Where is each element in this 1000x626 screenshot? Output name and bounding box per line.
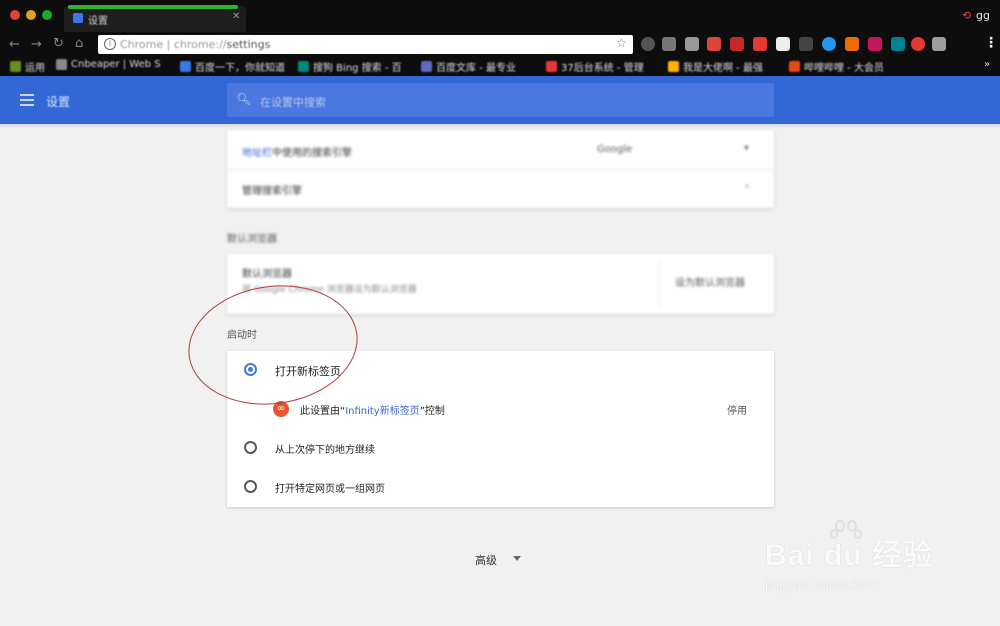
search-icon: 🔍︎: [236, 92, 252, 106]
extension-icon[interactable]: [911, 37, 925, 51]
reload-icon[interactable]: ↻: [53, 36, 64, 51]
hamburger-menu-icon[interactable]: [20, 94, 34, 106]
extension-icon[interactable]: [776, 37, 790, 51]
page-title: 设置: [46, 95, 71, 109]
option-label-continue: 从上次停下的地方继续: [275, 445, 375, 456]
extension-icon[interactable]: [822, 37, 836, 51]
address-url: Chrome | chrome://settings: [120, 38, 271, 51]
settings-favicon-icon: [73, 13, 83, 23]
back-icon[interactable]: ←: [9, 37, 20, 52]
bookmark-favicon-icon: [298, 61, 309, 72]
search-engine-row[interactable]: 地址栏中使用的搜索引擎: [242, 144, 352, 159]
close-window-button[interactable]: [10, 10, 20, 20]
browser-menu-icon[interactable]: ⋮: [984, 35, 998, 51]
make-default-button[interactable]: 设为默认浏览器: [675, 274, 745, 289]
expand-arrow-icon: [513, 556, 521, 561]
extension-icon[interactable]: [707, 37, 721, 51]
bookmarks-overflow-icon[interactable]: »: [984, 59, 990, 70]
sync-icon: ⟲: [961, 9, 972, 22]
bookmark-favicon-icon: [668, 61, 679, 72]
home-icon[interactable]: ⌂: [75, 36, 83, 51]
extension-link[interactable]: Infinity新标签页: [345, 406, 420, 417]
forward-icon[interactable]: →: [31, 37, 42, 52]
minimize-window-button[interactable]: [26, 10, 36, 20]
maximize-window-button[interactable]: [42, 10, 52, 20]
default-browser-label: 默认浏览器: [242, 269, 292, 280]
extension-icon[interactable]: [891, 37, 905, 51]
bookmark-star-icon[interactable]: ☆: [616, 36, 627, 50]
bookmark-favicon-icon: [56, 59, 67, 70]
profile-name: gg: [976, 9, 990, 22]
bookmark-favicon-icon: [546, 61, 557, 72]
extension-control-text: 此设置由“Infinity新标签页”控制: [300, 406, 445, 417]
extension-icon[interactable]: [753, 37, 767, 51]
search-placeholder: 在设置中搜索: [260, 96, 326, 109]
bookmark-favicon-icon: [10, 61, 21, 72]
chevron-right-icon: ›: [745, 181, 749, 192]
extension-icon[interactable]: [932, 37, 946, 51]
extension-icon[interactable]: [730, 37, 744, 51]
bookmark-favicon-icon: [789, 61, 800, 72]
search-engine-card: 地址栏中使用的搜索引擎 Google ▾ 管理搜索引擎 ›: [227, 130, 774, 208]
manage-search-engines[interactable]: 管理搜索引擎: [242, 182, 302, 197]
radio-continue-where-left[interactable]: [244, 441, 257, 454]
bookmark-favicon-icon: [421, 61, 432, 72]
bookmark-item[interactable]: 哔哩哔哩 - 大会员: [789, 59, 884, 74]
info-icon[interactable]: i: [104, 38, 116, 50]
tab-title: 设置: [88, 16, 108, 27]
profile-button[interactable]: ⟲ gg: [962, 9, 990, 22]
extension-icon[interactable]: [799, 37, 813, 51]
advanced-toggle[interactable]: 高级: [475, 552, 497, 568]
default-browser-title: 默认浏览器: [227, 234, 277, 245]
search-engine-select[interactable]: Google: [597, 144, 632, 155]
option-label-specific-pages: 打开特定网页或一组网页: [275, 484, 385, 495]
bookmark-item[interactable]: 百度文库 - 最专业: [421, 59, 516, 74]
tab-close-icon[interactable]: ✕: [232, 11, 240, 22]
extension-icon[interactable]: [641, 37, 655, 51]
extension-icon[interactable]: [868, 37, 882, 51]
disable-extension-button[interactable]: 停用: [727, 402, 747, 417]
bookmark-item[interactable]: 百度一下，你就知道: [180, 59, 285, 74]
radio-open-specific-pages[interactable]: [244, 480, 257, 493]
extension-icon[interactable]: [662, 37, 676, 51]
bookmark-item[interactable]: 搜狗 Bing 搜索 - 百: [298, 59, 402, 74]
tab-loading-bar: [68, 5, 238, 9]
dropdown-arrow-icon: ▾: [744, 143, 750, 154]
baidu-jingyan-watermark: Bai du 经验 jingyan.baidu.com: [765, 539, 935, 592]
bookmark-item[interactable]: 我是大佬啊 - 最强: [668, 59, 763, 74]
bookmark-item[interactable]: 运用: [10, 59, 45, 74]
bookmark-favicon-icon: [180, 61, 191, 72]
extension-icon[interactable]: [845, 37, 859, 51]
bookmark-item[interactable]: 37后台系统 - 管理: [546, 59, 644, 74]
bookmark-item[interactable]: Cnbeaper | Web S: [56, 59, 161, 70]
extension-icon[interactable]: [685, 37, 699, 51]
